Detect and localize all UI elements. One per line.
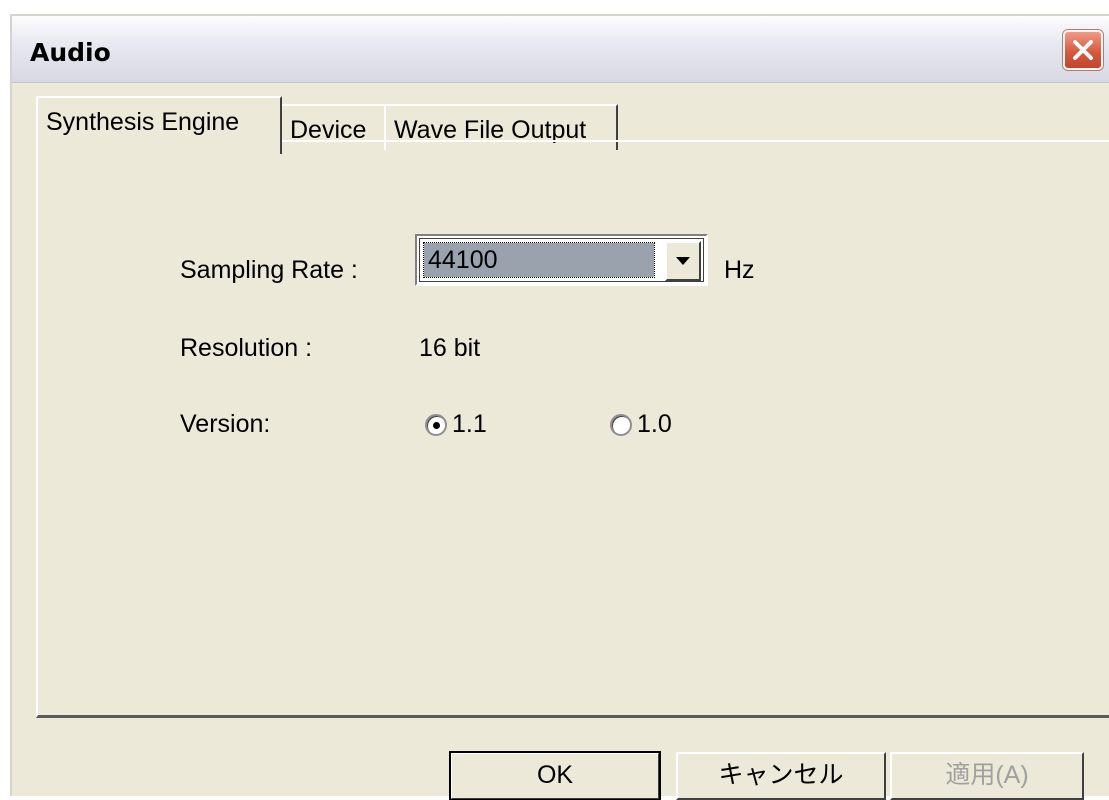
version-1-1-radio[interactable] — [425, 414, 447, 436]
dropdown-button[interactable] — [665, 241, 701, 281]
window-title: Audio — [30, 38, 111, 67]
version-1-1-label[interactable]: 1.1 — [452, 410, 487, 439]
ok-button[interactable]: OK — [449, 751, 661, 800]
close-icon — [1073, 40, 1093, 60]
version-1-0-radio[interactable] — [610, 414, 632, 436]
audio-dialog: Audio Synthesis Engine Device Wave File … — [10, 14, 1109, 800]
sampling-rate-unit: Hz — [724, 256, 755, 284]
tab-synthesis-engine[interactable]: Synthesis Engine — [36, 96, 282, 154]
version-label: Version: — [180, 410, 271, 438]
dropdown-arrow-icon — [676, 257, 690, 265]
cancel-button[interactable]: キャンセル — [676, 752, 886, 800]
title-bar[interactable]: Audio — [12, 16, 1109, 83]
tab-label: Synthesis Engine — [46, 108, 240, 136]
sampling-rate-label: Sampling Rate : — [180, 256, 358, 284]
resolution-value: 16 bit — [419, 334, 481, 362]
resolution-label: Resolution : — [180, 334, 313, 362]
close-button[interactable] — [1063, 30, 1103, 70]
version-1-0-label[interactable]: 1.0 — [637, 410, 672, 439]
sampling-rate-value: 44100 — [423, 242, 655, 278]
sampling-rate-select[interactable]: 44100 — [415, 234, 708, 286]
apply-button[interactable]: 適用(A) — [890, 752, 1084, 800]
